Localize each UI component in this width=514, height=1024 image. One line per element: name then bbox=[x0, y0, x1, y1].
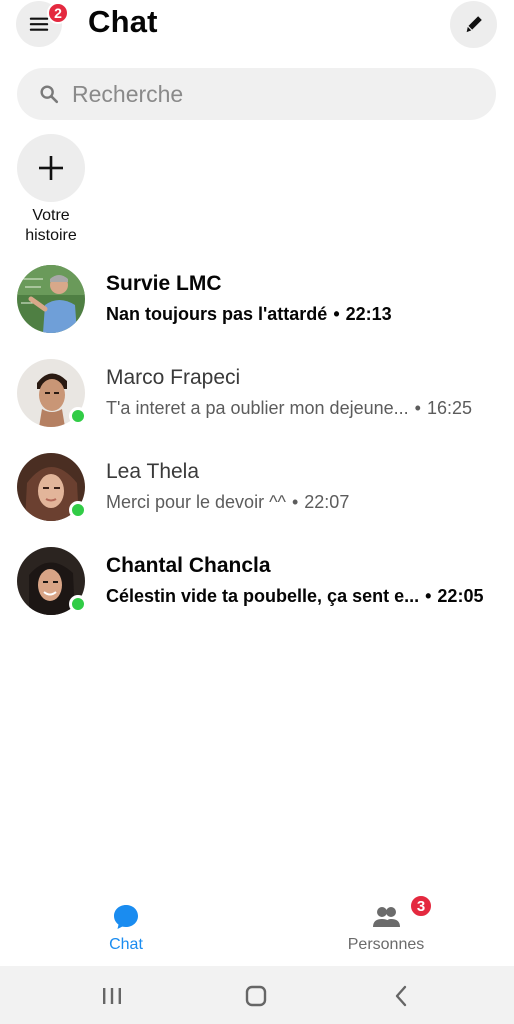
compose-button[interactable] bbox=[450, 1, 497, 48]
preview-text: Nan toujours pas l'attardé bbox=[106, 304, 328, 324]
chat-bubble-icon bbox=[114, 905, 138, 929]
story-label-line2: histoire bbox=[25, 227, 77, 244]
preview-separator: • bbox=[333, 304, 340, 324]
pencil-icon bbox=[466, 15, 482, 32]
your-story[interactable]: Votre histoire bbox=[17, 134, 85, 244]
back-icon[interactable] bbox=[390, 985, 414, 1007]
chat-app: 2 Chat Votre histoire bbox=[0, 0, 514, 1024]
avatar-wrap bbox=[17, 547, 87, 615]
preview-separator: • bbox=[414, 398, 421, 418]
preview-text: T'a interet a pa oublier mon dejeune... bbox=[106, 398, 409, 418]
page-title: Chat bbox=[88, 4, 158, 39]
conversation-name: Marco Frapeci bbox=[106, 366, 241, 389]
bottom-navigation: Chat 3 Personnes bbox=[0, 890, 514, 966]
menu-notification-badge: 2 bbox=[47, 2, 69, 24]
preview-time: 22:05 bbox=[437, 586, 484, 606]
avatar-wrap bbox=[17, 265, 85, 333]
nav-tab-chat[interactable]: Chat bbox=[56, 890, 196, 966]
preview-time: 16:25 bbox=[426, 398, 472, 418]
search-input[interactable] bbox=[72, 80, 452, 108]
plus-icon bbox=[39, 156, 63, 180]
conversation-item[interactable]: Survie LMC Nan toujours pas l'attardé • … bbox=[0, 256, 514, 350]
nav-label-people: Personnes bbox=[347, 936, 425, 953]
conversation-preview: Célestin vide ta poubelle, ça sent e... … bbox=[106, 586, 498, 607]
preview-separator: • bbox=[291, 492, 299, 512]
conversation-name: Chantal Chancla bbox=[106, 554, 271, 577]
people-notification-badge: 3 bbox=[409, 894, 433, 918]
preview-separator: • bbox=[425, 586, 432, 606]
add-story-button[interactable] bbox=[17, 134, 85, 202]
nav-label-chat: Chat bbox=[109, 936, 143, 953]
conversation-preview: T'a interet a pa oublier mon dejeune... … bbox=[106, 398, 498, 419]
preview-time: 22:13 bbox=[345, 304, 392, 324]
header: 2 Chat bbox=[0, 0, 514, 52]
conversation-name: Survie LMC bbox=[106, 272, 222, 295]
conversation-list: Survie LMC Nan toujours pas l'attardé • … bbox=[0, 256, 514, 632]
search-icon bbox=[40, 85, 59, 104]
story-label-line1: Votre bbox=[32, 207, 70, 224]
conversation-item[interactable]: Marco Frapeci T'a interet a pa oublier m… bbox=[0, 350, 514, 444]
avatar-wrap bbox=[17, 453, 87, 521]
preview-time: 22:07 bbox=[304, 492, 350, 512]
search-bar[interactable] bbox=[17, 68, 496, 120]
conversation-item[interactable]: Lea Thela Merci pour le devoir ^^ • 22:0… bbox=[0, 444, 514, 538]
avatar-wrap bbox=[17, 359, 87, 427]
avatar bbox=[17, 265, 85, 333]
preview-text: Merci pour le devoir ^^ bbox=[106, 492, 286, 512]
preview-text: Célestin vide ta poubelle, ça sent e... bbox=[106, 586, 420, 606]
online-indicator bbox=[69, 407, 87, 425]
people-icon bbox=[373, 907, 400, 927]
online-indicator bbox=[69, 595, 87, 613]
online-indicator bbox=[69, 501, 87, 519]
recent-apps-icon[interactable] bbox=[100, 985, 124, 1007]
conversation-preview: Merci pour le devoir ^^ • 22:07 bbox=[106, 492, 498, 513]
nav-tab-people[interactable]: 3 Personnes bbox=[316, 890, 456, 966]
conversation-name: Lea Thela bbox=[106, 460, 200, 483]
conversation-preview: Nan toujours pas l'attardé • 22:13 bbox=[106, 304, 498, 325]
system-navigation-bar bbox=[0, 966, 514, 1024]
story-label: Votre histoire bbox=[7, 206, 95, 246]
home-icon[interactable] bbox=[244, 985, 268, 1007]
conversation-item[interactable]: Chantal Chancla Célestin vide ta poubell… bbox=[0, 538, 514, 632]
